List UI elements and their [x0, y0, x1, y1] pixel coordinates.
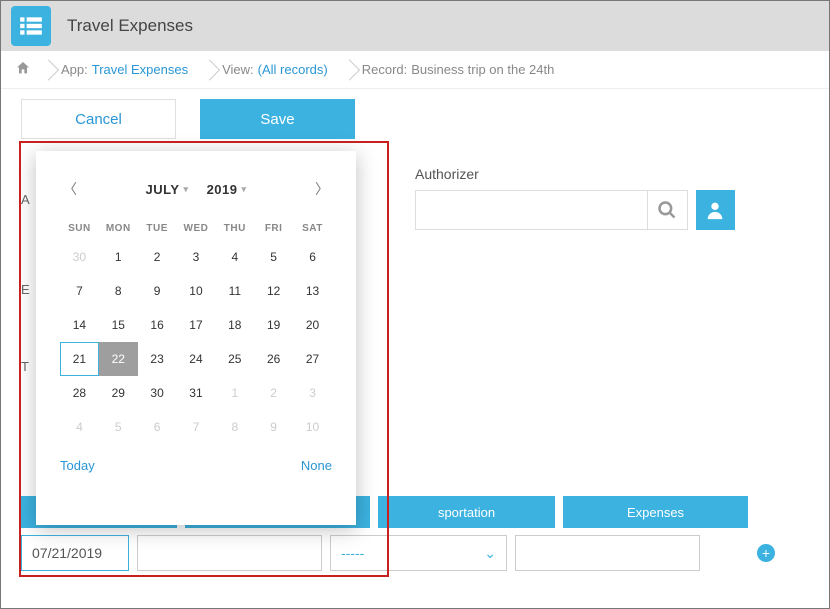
calendar-day[interactable]: 21: [60, 342, 99, 376]
app-icon: [11, 6, 51, 46]
month-label: JULY: [145, 182, 179, 197]
calendar-day[interactable]: 13: [293, 274, 332, 308]
calendar-day[interactable]: 24: [177, 342, 216, 376]
calendar-day[interactable]: 19: [254, 308, 293, 342]
dow-header: TUE: [138, 217, 177, 240]
calendar-day[interactable]: 6: [138, 410, 177, 444]
calendar-day[interactable]: 5: [99, 410, 138, 444]
calendar-day[interactable]: 22: [99, 342, 138, 376]
bc-view-prefix: View:: [222, 62, 254, 77]
bc-app-prefix: App:: [61, 62, 88, 77]
app-title: Travel Expenses: [67, 16, 193, 36]
calendar-day[interactable]: 18: [215, 308, 254, 342]
dow-header: SAT: [293, 217, 332, 240]
calendar-day[interactable]: 23: [138, 342, 177, 376]
breadcrumb-app[interactable]: App: Travel Expenses: [41, 51, 202, 88]
calendar-day[interactable]: 10: [177, 274, 216, 308]
calendar-day[interactable]: 30: [60, 240, 99, 274]
calendar-day[interactable]: 9: [254, 410, 293, 444]
calendar-day[interactable]: 4: [215, 240, 254, 274]
add-row-button[interactable]: +: [757, 544, 775, 562]
calendar-day[interactable]: 2: [254, 376, 293, 410]
search-icon[interactable]: [648, 190, 687, 230]
calendar-day[interactable]: 8: [99, 274, 138, 308]
save-button[interactable]: Save: [200, 99, 355, 139]
chevron-down-icon: ▾: [184, 184, 189, 195]
calendar-day[interactable]: 11: [215, 274, 254, 308]
calendar-day[interactable]: 1: [215, 376, 254, 410]
authorizer-input[interactable]: [415, 190, 648, 230]
calendar-day[interactable]: 2: [138, 240, 177, 274]
today-link[interactable]: Today: [60, 458, 95, 473]
calendar-day[interactable]: 16: [138, 308, 177, 342]
dow-header: MON: [99, 217, 138, 240]
table-row: 07/21/2019 ----- ⌄: [21, 535, 708, 571]
datepicker: 〈 JULY▾ 2019▾ 〉 SUNMONTUEWEDTHUFRISAT 30…: [36, 151, 356, 525]
side-label-e: E: [21, 282, 30, 359]
calendar-day[interactable]: 31: [177, 376, 216, 410]
month-select[interactable]: JULY ▾: [145, 182, 188, 197]
calendar-day[interactable]: 3: [177, 240, 216, 274]
dow-header: SUN: [60, 217, 99, 240]
calendar-day[interactable]: 7: [60, 274, 99, 308]
breadcrumb: App: Travel Expenses View: (All records)…: [1, 51, 829, 89]
calendar-day[interactable]: 5: [254, 240, 293, 274]
calendar-day[interactable]: 29: [99, 376, 138, 410]
toolbar: Cancel Save: [1, 89, 829, 139]
cancel-button[interactable]: Cancel: [21, 99, 176, 139]
year-select[interactable]: 2019▾: [207, 182, 247, 197]
calendar-day[interactable]: 17: [177, 308, 216, 342]
expenses-input[interactable]: [515, 535, 700, 571]
calendar-day[interactable]: 28: [60, 376, 99, 410]
calendar-day[interactable]: 4: [60, 410, 99, 444]
calendar-day[interactable]: 10: [293, 410, 332, 444]
dow-header: FRI: [254, 217, 293, 240]
dow-header: WED: [177, 217, 216, 240]
dow-header: THU: [215, 217, 254, 240]
transportation-value: -----: [341, 545, 364, 561]
side-label-t: T: [21, 359, 30, 449]
bc-record-name: Business trip on the 24th: [411, 62, 554, 77]
calendar-day[interactable]: 12: [254, 274, 293, 308]
calendar-day[interactable]: 20: [293, 308, 332, 342]
authorizer-label: Authorizer: [415, 166, 735, 182]
calendar-day[interactable]: 27: [293, 342, 332, 376]
year-label: 2019: [207, 182, 238, 197]
none-link[interactable]: None: [301, 458, 332, 473]
side-labels: A E T: [21, 192, 30, 449]
calendar-grid: SUNMONTUEWEDTHUFRISAT 301234567891011121…: [60, 217, 332, 444]
calendar-day[interactable]: 8: [215, 410, 254, 444]
date-input[interactable]: 07/21/2019: [21, 535, 129, 571]
chevron-down-icon: ▾: [241, 184, 246, 195]
transportation-select[interactable]: ----- ⌄: [330, 535, 507, 571]
home-icon[interactable]: [15, 60, 31, 79]
person-icon[interactable]: [696, 190, 735, 230]
bc-app-link[interactable]: Travel Expenses: [92, 62, 188, 77]
th-transportation: sportation: [378, 496, 555, 528]
breadcrumb-view[interactable]: View: (All records): [202, 51, 342, 88]
calendar-day[interactable]: 14: [60, 308, 99, 342]
calendar-day[interactable]: 3: [293, 376, 332, 410]
th-expenses: Expenses: [563, 496, 748, 528]
calendar-day[interactable]: 7: [177, 410, 216, 444]
next-month-button[interactable]: 〉: [312, 179, 332, 199]
calendar-day[interactable]: 6: [293, 240, 332, 274]
bc-record-prefix: Record:: [362, 62, 408, 77]
calendar-day[interactable]: 1: [99, 240, 138, 274]
row-cell-2[interactable]: [137, 535, 322, 571]
topbar: Travel Expenses: [1, 1, 829, 51]
content: A E T ⌄: [1, 139, 829, 149]
calendar-day[interactable]: 9: [138, 274, 177, 308]
side-label-a: A: [21, 192, 30, 282]
calendar-day[interactable]: 30: [138, 376, 177, 410]
chevron-down-icon: ⌄: [484, 545, 496, 562]
bc-view-link[interactable]: (All records): [258, 62, 328, 77]
prev-month-button[interactable]: 〈: [60, 179, 80, 199]
calendar-day[interactable]: 26: [254, 342, 293, 376]
calendar-day[interactable]: 15: [99, 308, 138, 342]
calendar-day[interactable]: 25: [215, 342, 254, 376]
authorizer-field: Authorizer: [415, 166, 735, 230]
breadcrumb-record: Record: Business trip on the 24th: [342, 51, 569, 88]
